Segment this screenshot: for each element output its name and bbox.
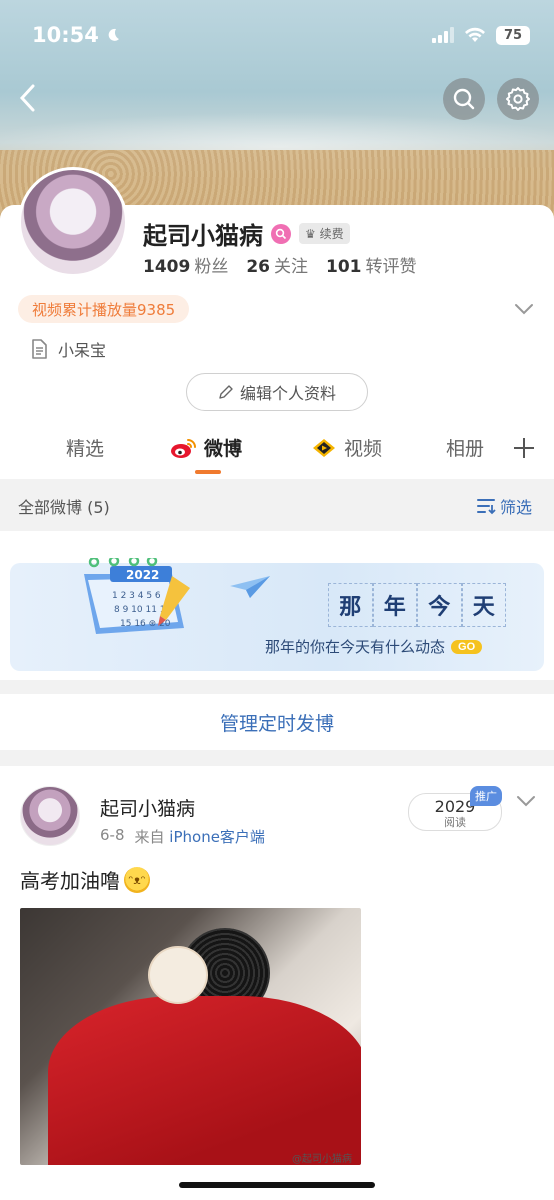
- search-button[interactable]: [443, 78, 485, 120]
- on-this-day-subtitle: 那年的你在今天有什么动态: [265, 638, 446, 656]
- settings-button[interactable]: [497, 78, 539, 120]
- post-source-prefix: 来自: [134, 828, 165, 846]
- crown-icon: ♛: [305, 227, 316, 241]
- wifi-icon: [465, 27, 485, 42]
- chevron-down-icon: [517, 796, 535, 807]
- status-time: 10:54: [32, 23, 99, 47]
- expand-profile-button[interactable]: [514, 300, 534, 319]
- stat-fans-label: 粉丝: [194, 257, 229, 277]
- home-indicator[interactable]: [179, 1182, 375, 1188]
- profile-bio: 小呆宝: [30, 337, 106, 361]
- search-icon: [453, 88, 475, 110]
- calendar-year: 2022: [126, 568, 159, 582]
- profile-nickname-row: 起司小猫病 ♛ 续费: [143, 216, 350, 251]
- stat-following-label: 关注: [274, 257, 308, 277]
- document-icon: [32, 339, 47, 359]
- stat-fans-value: 1409: [143, 257, 191, 277]
- tab-album[interactable]: 相册: [446, 434, 484, 461]
- section-divider: [0, 680, 554, 694]
- renew-badge[interactable]: ♛ 续费: [299, 223, 350, 244]
- photo-sticker: [148, 946, 208, 1004]
- promote-badge[interactable]: 推广: [470, 786, 502, 806]
- stat-following-value: 26: [246, 257, 270, 277]
- go-button[interactable]: GO: [451, 639, 483, 654]
- stat-following[interactable]: 26 关注: [246, 252, 308, 277]
- renew-label: 续费: [319, 227, 344, 241]
- stat-fans[interactable]: 1409 粉丝: [143, 252, 228, 277]
- cheer-emoji-icon: ᵔᴥᵔ: [124, 866, 150, 893]
- profile-stats: 1409 粉丝 26 关注 101 转评赞: [143, 252, 417, 277]
- stat-rcl-label: 转评赞: [365, 257, 417, 277]
- photo-red-top: [48, 996, 361, 1165]
- manage-scheduled-posts-button[interactable]: 管理定时发博: [0, 694, 554, 750]
- stat-reposts-comments-likes[interactable]: 101 转评赞: [326, 252, 417, 277]
- battery-indicator: 75: [496, 25, 530, 45]
- filter-label: 筛选: [499, 498, 532, 517]
- post-source[interactable]: iPhone客户端: [169, 828, 265, 846]
- edit-profile-button[interactable]: 编辑个人资料: [186, 373, 368, 411]
- section-divider: [0, 750, 554, 766]
- calendar-icon: 2022 1 2 3 4 5 6 8 9 10 11 12 15 16 ⊛ 20: [84, 558, 190, 634]
- tab-album-label: 相册: [446, 438, 485, 460]
- status-bar: 10:54 75: [32, 20, 530, 50]
- paper-plane-icon: [230, 576, 270, 598]
- tab-weibo[interactable]: 微博: [170, 434, 242, 461]
- pencil-icon: [219, 385, 233, 399]
- moon-icon: [108, 28, 119, 41]
- post-author-avatar[interactable]: [20, 786, 80, 846]
- post-date: 6-8: [100, 826, 125, 844]
- profile-tabs: 精选 微博 视频 相册: [0, 428, 554, 474]
- post-author-name[interactable]: 起司小猫病: [100, 794, 195, 821]
- stat-rcl-value: 101: [326, 257, 362, 277]
- video-play-count-badge[interactable]: 视频累计播放量9385: [18, 295, 190, 323]
- tab-video-label: 视频: [344, 438, 383, 460]
- weibo-logo-icon: [171, 438, 196, 458]
- filter-icon: [476, 499, 496, 515]
- tab-featured[interactable]: 精选: [66, 434, 104, 461]
- back-button[interactable]: [12, 78, 42, 118]
- filter-button[interactable]: 筛选: [476, 494, 532, 518]
- profile-avatar[interactable]: [18, 167, 128, 277]
- post-text: 高考加油噜: [20, 869, 120, 893]
- tab-featured-label: 精选: [66, 438, 105, 460]
- read-label: 阅读: [444, 816, 466, 829]
- title-char: 那: [328, 583, 373, 627]
- chevron-left-icon: [19, 84, 35, 112]
- post-more-button[interactable]: [516, 792, 536, 811]
- post-source-row: 来自 iPhone客户端: [135, 826, 265, 847]
- bio-text: 小呆宝: [58, 341, 107, 360]
- edit-profile-label: 编辑个人资料: [239, 384, 336, 403]
- plus-icon: [514, 438, 534, 458]
- vip-icon[interactable]: [271, 223, 291, 244]
- title-char: 天: [461, 583, 506, 627]
- profile-nickname: 起司小猫病: [143, 222, 263, 250]
- gear-icon: [506, 87, 530, 111]
- tab-active-indicator: [195, 470, 221, 474]
- video-play-icon: [313, 438, 335, 457]
- status-right: 75: [432, 25, 530, 45]
- signal-icon: [432, 27, 454, 43]
- status-time-group: 10:54: [32, 23, 121, 47]
- title-char: 年: [372, 583, 417, 627]
- post-text-row: 高考加油噜 ᵔᴥᵔ: [20, 865, 150, 894]
- post-meta: 6-8 来自 iPhone客户端: [100, 826, 265, 847]
- image-watermark: @起司小猫病: [292, 1154, 352, 1165]
- tab-video[interactable]: 视频: [310, 434, 382, 461]
- all-posts-label: 全部微博 (5): [18, 498, 110, 517]
- on-this-day-title: 那 年 今 天: [328, 583, 506, 627]
- svg-text:1 2 3 4 5 6: 1 2 3 4 5 6: [112, 591, 161, 601]
- post-image[interactable]: [20, 908, 361, 1165]
- chevron-down-icon: [515, 304, 533, 315]
- tab-weibo-label: 微博: [204, 438, 243, 460]
- add-tab-button[interactable]: [512, 436, 536, 464]
- on-this-day-subtitle-row: 那年的你在今天有什么动态 GO: [265, 636, 483, 657]
- title-char: 今: [417, 583, 462, 627]
